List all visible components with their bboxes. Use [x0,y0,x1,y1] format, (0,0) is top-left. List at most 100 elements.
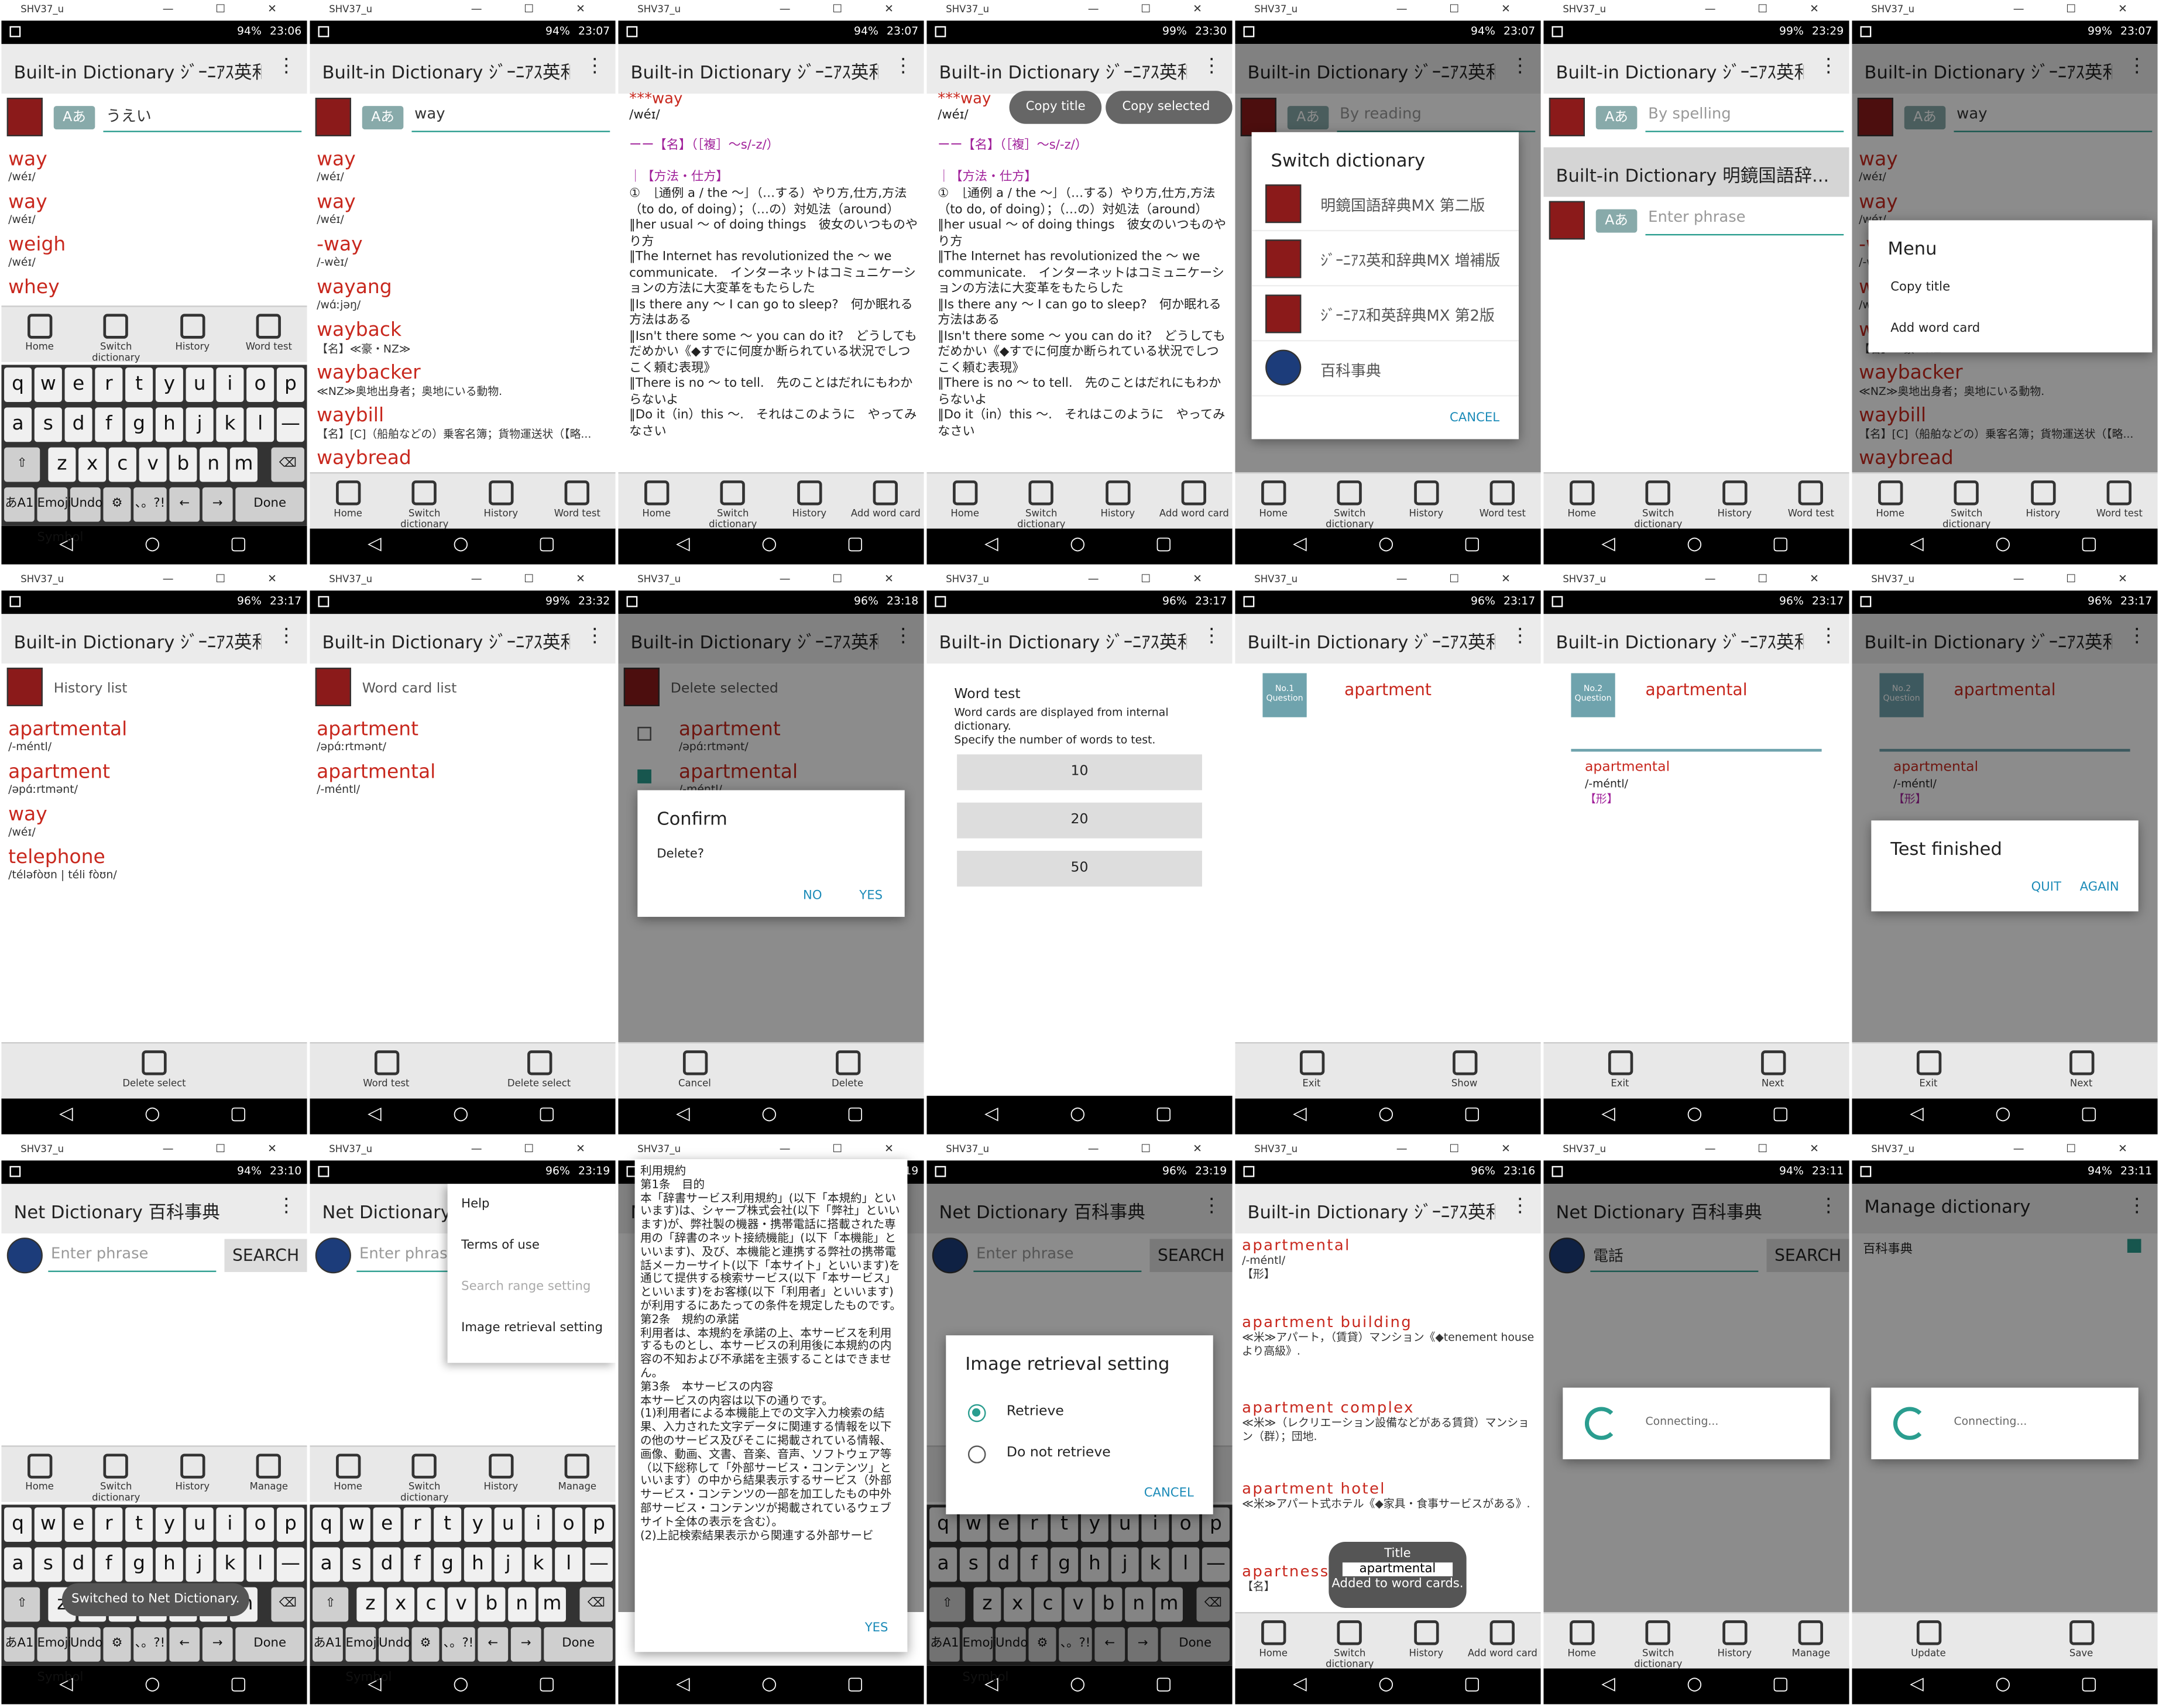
tab-history[interactable]: History [771,473,848,530]
key-x[interactable]: x [387,1587,415,1622]
tab-history[interactable]: History [463,473,540,530]
key-p[interactable]: p [276,367,304,402]
copy-title-button[interactable]: Copy title [1009,91,1102,124]
tab-manage[interactable]: Manage [231,1447,307,1503]
tab-delsel[interactable]: Delete select [1,1043,307,1099]
recents-icon[interactable]: ▢ [538,534,555,555]
back-icon[interactable]: ◁ [1910,534,1924,555]
shift-key[interactable]: ⇧ [4,1587,40,1622]
cancel-button[interactable]: CANCEL [1144,1487,1194,1501]
tab-home[interactable]: Home [618,473,695,530]
recents-icon[interactable]: ▢ [1155,534,1172,555]
key-q[interactable]: q [4,367,32,402]
overflow-menu-icon[interactable]: ⋮ [1819,55,1838,77]
tab-update[interactable]: Update [1852,1613,2004,1669]
tab-wordtest[interactable]: Word test [310,1043,462,1099]
key-n[interactable]: n [200,447,228,482]
tab-history[interactable]: History [1697,1613,1773,1669]
special-key[interactable]: 、。?! [133,1627,167,1662]
back-icon[interactable]: ◁ [1601,1104,1615,1125]
home-icon[interactable]: ○ [1070,534,1086,555]
back-icon[interactable]: ◁ [676,1674,690,1695]
overflow-menu-icon[interactable]: ⋮ [894,55,913,77]
tab-switch[interactable]: Switch dictionary [1312,1613,1388,1670]
key-s[interactable]: s [34,1547,62,1582]
tab-history[interactable]: History [1080,473,1156,530]
dictionary-option[interactable]: 明鏡国語辞典MX 第二版 [1251,176,1519,232]
recents-icon[interactable]: ▢ [1155,1104,1172,1125]
tab-switch[interactable]: Switch dictionary [1312,473,1388,530]
search-input[interactable]: うえい [103,105,302,132]
tab-history[interactable]: History [1388,1613,1465,1669]
tab-manage[interactable]: Manage [1773,1613,1849,1669]
tab-switch[interactable]: Switch dictionary [1003,473,1080,530]
tab-switch[interactable]: Switch dictionary [78,1447,155,1503]
result-item[interactable]: waybacker ≪NZ≫奥地出身者；奥地にいる動物. [317,362,613,400]
overflow-menu-icon[interactable]: ⋮ [1511,625,1530,647]
tab-manage[interactable]: Manage [539,1447,616,1503]
menu-item[interactable]: Copy title [1890,281,1950,295]
result-item[interactable]: way/wéɪ/ [8,191,304,226]
menu-item[interactable]: Image retrieval setting [461,1322,603,1336]
recents-icon[interactable]: ▢ [538,1104,555,1125]
recents-icon[interactable]: ▢ [2081,1674,2098,1695]
key-a[interactable]: a [4,1547,32,1582]
tab-home[interactable]: Home [310,1447,386,1503]
key-w[interactable]: w [342,1507,370,1542]
special-key[interactable]: → [202,1627,233,1662]
key-x[interactable]: x [78,447,107,482]
window-controls[interactable]: — ☐ ✕ [1396,3,1530,15]
input-mode-button[interactable]: Aあ [53,106,95,130]
key-m[interactable]: m [538,1587,566,1622]
tab-wordtest[interactable]: Word test [231,307,307,363]
back-icon[interactable]: ◁ [1601,534,1615,555]
tab-delete[interactable]: Delete [771,1043,924,1099]
back-icon[interactable]: ◁ [1910,1104,1924,1125]
recents-icon[interactable]: ▢ [230,534,247,555]
input-mode-button[interactable]: Aあ [1595,209,1638,233]
result-item[interactable]: apartment hotel ≪米≫アパート式ホテル《◆家具・食事サービスがある… [1242,1480,1538,1511]
overflow-menu-icon[interactable]: ⋮ [1202,625,1221,647]
shift-key[interactable]: ⇧ [4,447,40,482]
tab-delsel[interactable]: Delete select [463,1043,616,1099]
input-mode-button[interactable]: Aあ [1595,106,1638,130]
key-e[interactable]: e [64,367,92,402]
recents-icon[interactable]: ▢ [538,1674,555,1695]
count-option[interactable]: 50 [957,850,1202,887]
special-key[interactable]: ← [169,1627,200,1662]
overflow-menu-icon[interactable]: ⋮ [585,55,605,77]
recents-icon[interactable]: ▢ [847,1104,864,1125]
result-item[interactable]: way/wéɪ/ [317,191,613,226]
back-icon[interactable]: ◁ [59,1104,73,1125]
key-q[interactable]: q [313,1507,341,1542]
home-icon[interactable]: ○ [1687,534,1703,555]
special-key[interactable]: Undo [70,1627,102,1662]
key-h[interactable]: h [155,407,183,442]
window-controls[interactable]: — ☐ ✕ [471,1143,605,1155]
key-—[interactable]: — [585,1547,613,1582]
tab-wordtest[interactable]: Word test [1464,473,1541,530]
tab-next[interactable]: Next [2005,1043,2158,1099]
recents-icon[interactable]: ▢ [2081,534,2098,555]
tab-addcard[interactable]: Add word card [1156,473,1233,530]
special-key[interactable]: Emoji Symbol [37,1627,83,1685]
tab-show[interactable]: Show [1388,1043,1541,1099]
key-h[interactable]: h [155,1547,183,1582]
home-icon[interactable]: ○ [1995,1104,2011,1125]
special-key[interactable]: あA1 [4,1627,35,1662]
result-item[interactable]: telephone/téləfòʊn | téli fòʊn/ [8,847,304,881]
recents-icon[interactable]: ▢ [1772,1674,1789,1695]
window-controls[interactable]: — ☐ ✕ [1705,573,1838,585]
back-icon[interactable]: ◁ [368,1104,382,1125]
tab-save[interactable]: Save [2005,1613,2158,1669]
yes-button[interactable]: YES [865,1621,888,1635]
key-d[interactable]: d [373,1547,401,1582]
overflow-menu-icon[interactable]: ⋮ [1202,55,1221,77]
key-o[interactable]: o [246,367,274,402]
key-f[interactable]: f [95,1547,123,1582]
special-key[interactable]: → [510,1627,541,1662]
key-g[interactable]: g [125,1547,153,1582]
key-k[interactable]: k [524,1547,552,1582]
window-controls[interactable]: — ☐ ✕ [1088,573,1221,585]
key-u[interactable]: u [186,1507,214,1542]
